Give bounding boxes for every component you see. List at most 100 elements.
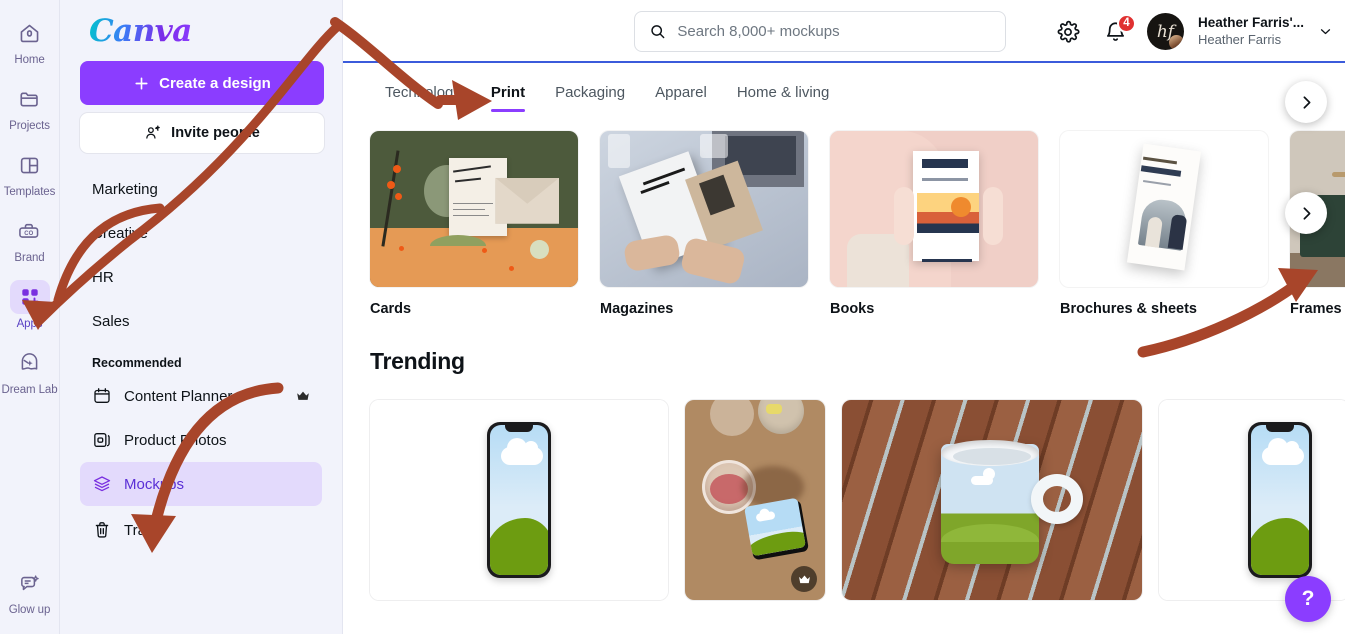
category-label: Books <box>830 301 875 317</box>
search-icon <box>651 25 665 39</box>
avatar-secondary-photo <box>1168 35 1184 50</box>
rail-item-dream-lab[interactable]: Dream Lab <box>0 346 60 396</box>
home-icon <box>10 16 50 50</box>
product-photos-icon <box>94 433 110 447</box>
category-thumbnail <box>370 131 578 287</box>
apps-grid-icon <box>9 280 50 314</box>
help-button[interactable]: ? <box>1285 576 1331 622</box>
trending-next-button[interactable] <box>1285 81 1327 123</box>
sidebar-item-mockups[interactable]: Mockups <box>80 462 322 506</box>
rail-item-projects[interactable]: Projects <box>0 82 60 132</box>
help-label: ? <box>1301 587 1315 610</box>
sidebar-item-hr[interactable]: HR <box>80 255 322 299</box>
settings-button[interactable] <box>1051 15 1085 49</box>
trending-card-coaster[interactable] <box>685 400 825 600</box>
templates-icon <box>10 148 50 182</box>
sidebar-item-label: Marketing <box>92 180 158 198</box>
sidebar-nav-list: Marketing Creative HR Sales Recommended … <box>80 167 322 552</box>
rail-label-templates: Templates <box>3 186 56 198</box>
sidebar-item-label: Mockups <box>124 475 185 493</box>
tab-technology[interactable]: Technology <box>370 84 476 112</box>
tab-packaging[interactable]: Packaging <box>540 84 640 112</box>
tab-home-living[interactable]: Home & living <box>722 84 845 112</box>
sidebar-item-product-photos[interactable]: Product Photos <box>80 418 322 462</box>
create-a-design-label: Create a design <box>159 74 271 92</box>
category-card-cards[interactable]: Cards <box>370 131 578 317</box>
create-a-design-button[interactable]: Create a design <box>80 61 324 105</box>
category-thumbnail <box>1060 131 1268 287</box>
trash-icon <box>95 522 109 538</box>
category-label: Magazines <box>600 301 674 317</box>
user-name: Heather Farris <box>1197 31 1282 47</box>
categories-next-button[interactable] <box>1285 192 1327 234</box>
top-bar-right: 4 hf Heather Farris'... Heather Farris <box>1051 0 1333 63</box>
folder-icon <box>10 82 50 116</box>
phone-mockup-illustration <box>487 422 551 578</box>
account-info[interactable]: Heather Farris'... Heather Farris <box>1198 15 1304 47</box>
brand-briefcase-icon: CO <box>10 214 50 248</box>
category-card-books[interactable]: Books <box>830 131 1038 317</box>
rail-item-apps[interactable]: Apps <box>0 280 60 330</box>
left-nav-rail: Home Projects Templates CO Brand Apps Dr… <box>0 0 60 634</box>
dream-lab-icon <box>10 346 50 380</box>
trending-card-phone-2[interactable] <box>1159 400 1345 600</box>
rail-item-home[interactable]: Home <box>0 16 60 66</box>
plus-icon <box>135 76 148 90</box>
pro-crown-icon <box>297 391 309 400</box>
gear-icon <box>1057 20 1080 43</box>
category-card-brochures[interactable]: Brochures & sheets <box>1060 131 1268 317</box>
sidebar-item-label: Product Photos <box>124 431 227 449</box>
rail-label-dream-lab: Dream Lab <box>1 384 58 396</box>
invite-people-icon <box>146 125 160 139</box>
notifications-button[interactable]: 4 <box>1099 13 1136 49</box>
phone-mockup-illustration <box>1248 422 1312 578</box>
svg-text:CO: CO <box>24 230 33 236</box>
sidebar-item-label: Content Planner <box>124 387 233 405</box>
top-bar: 4 hf Heather Farris'... Heather Farris <box>343 0 1345 63</box>
rail-label-projects: Projects <box>9 120 50 132</box>
trending-card-row <box>343 81 1345 600</box>
crown-icon <box>798 574 810 583</box>
main-content: 4 hf Heather Farris'... Heather Farris T… <box>343 0 1345 634</box>
canva-app-window: Home Projects Templates CO Brand Apps Dr… <box>0 0 1345 634</box>
rail-label-brand: Brand <box>14 252 45 264</box>
category-card-magazines[interactable]: Magazines <box>600 131 808 317</box>
calendar-icon <box>94 388 110 403</box>
sidebar-panel: Canva Create a design Invite people Mark… <box>60 0 343 634</box>
category-label: Brochures & sheets <box>1060 301 1197 317</box>
sidebar-item-label: HR <box>92 268 114 286</box>
sidebar-item-label: Trash <box>124 521 162 539</box>
sidebar-item-trash[interactable]: Trash <box>80 508 322 552</box>
rail-label-glow-up: Glow up <box>8 604 51 616</box>
chevron-down-icon[interactable] <box>1318 24 1333 39</box>
rail-item-brand[interactable]: CO Brand <box>0 214 60 264</box>
tab-apparel[interactable]: Apparel <box>640 84 722 112</box>
glow-up-icon <box>10 566 50 600</box>
canva-logo[interactable]: Canva <box>89 16 192 47</box>
invite-people-button[interactable]: Invite people <box>80 113 324 153</box>
recommended-section-title: Recommended <box>92 356 182 370</box>
layers-icon <box>93 476 111 492</box>
trending-card-mug[interactable] <box>842 400 1142 600</box>
sidebar-item-marketing[interactable]: Marketing <box>80 167 322 211</box>
rail-item-templates[interactable]: Templates <box>0 148 60 198</box>
sidebar-item-label: Creative <box>92 224 148 242</box>
category-label: Frames <box>1290 301 1342 317</box>
trending-section-title: Trending <box>370 348 465 374</box>
search-input[interactable] <box>677 23 991 40</box>
tab-print[interactable]: Print <box>476 84 540 112</box>
category-thumbnail <box>830 131 1038 287</box>
sidebar-item-sales[interactable]: Sales <box>80 299 322 343</box>
sidebar-item-label: Sales <box>92 312 130 330</box>
invite-people-label: Invite people <box>171 125 260 141</box>
sidebar-item-creative[interactable]: Creative <box>80 211 322 255</box>
rail-item-glow-up[interactable]: Glow up <box>0 566 60 616</box>
search-bar[interactable] <box>634 11 1006 52</box>
category-card-row: Cards Magazines Books Brochures & sheets… <box>343 112 1345 317</box>
avatar[interactable]: hf <box>1146 13 1184 50</box>
pro-badge <box>791 566 817 592</box>
sidebar-item-content-planner[interactable]: Content Planner <box>80 374 322 418</box>
trending-card-phone[interactable] <box>370 400 668 600</box>
rail-label-apps: Apps <box>16 318 43 330</box>
chevron-right-icon <box>1303 206 1310 220</box>
